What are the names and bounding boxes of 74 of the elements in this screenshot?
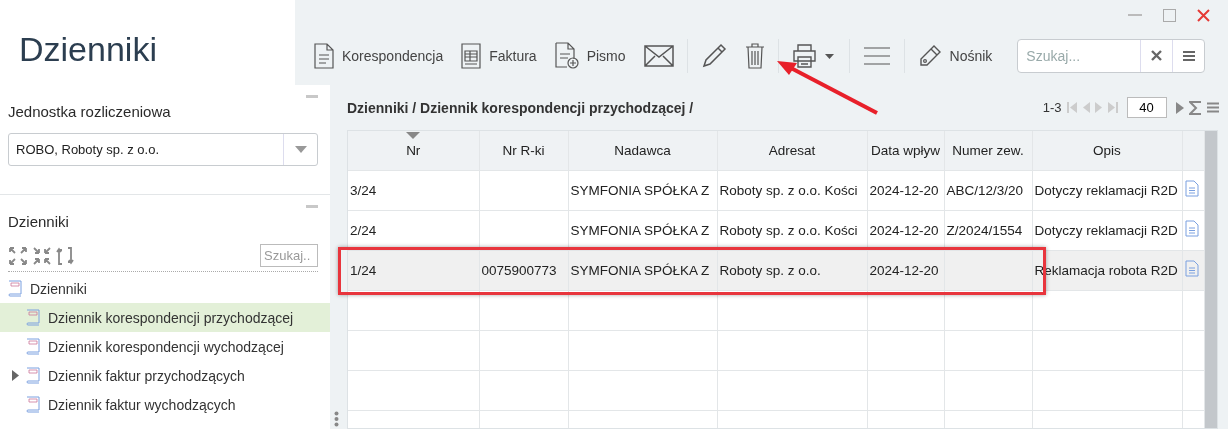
document-icon[interactable] (1184, 220, 1199, 237)
table-row[interactable]: 3/24 SYMFONIA SPÓŁKA Z Roboty sp. z o.o. Kości 2024-12-20 ABC/12/3/20 Dotyczy reklamacji R2D (348, 170, 1204, 210)
tree-item[interactable]: Dzienniki (0, 274, 330, 303)
table-cell: 2024-12-20 (869, 222, 939, 238)
table-cell: SYMFONIA SPÓŁKA Z (570, 262, 710, 278)
column-header[interactable]: Opis (1093, 142, 1121, 158)
table-cell: SYMFONIA SPÓŁKA Z (570, 222, 710, 238)
tree-item[interactable]: Dziennik faktur wychodzących (0, 390, 330, 419)
table-cell: 2/24 (350, 222, 377, 238)
tree-search-field[interactable]: Szukaj.. (260, 244, 318, 267)
section-title: Dzienniki (8, 213, 70, 230)
trash-icon (744, 42, 765, 69)
document-icon[interactable] (1184, 180, 1199, 197)
search-field[interactable]: Szukaj... (1017, 38, 1206, 73)
play-button[interactable] (1175, 101, 1184, 114)
column-header[interactable]: Nadawca (614, 142, 671, 158)
table-cell: Dotyczy reklamacji R2D (1034, 182, 1178, 198)
letter-button[interactable]: Pismo (545, 35, 635, 76)
tree-item[interactable]: Dziennik korespondencji wychodzącej (0, 332, 330, 361)
document-icon[interactable] (1184, 260, 1199, 277)
search-input[interactable]: Szukaj... (1018, 39, 1141, 72)
spreadsheet-document-icon (461, 42, 482, 69)
table-cell: Roboty sp. z o.o. Kości (719, 182, 858, 198)
pencil-icon (700, 42, 727, 69)
column-header[interactable]: Nr R-ki (502, 142, 545, 158)
page-title: Dzienniki (19, 30, 157, 69)
expand-caret-icon[interactable] (12, 370, 19, 381)
invoice-button[interactable]: Faktura (452, 35, 546, 76)
refresh-icon[interactable] (56, 245, 74, 266)
usb-button[interactable]: Nośnik (908, 35, 1002, 76)
column-header[interactable]: Nr (406, 142, 421, 158)
table-cell: 2024-12-20 (869, 182, 939, 198)
tree-item[interactable]: Dziennik faktur przychodzących (0, 361, 330, 390)
clear-icon (1151, 50, 1163, 61)
book-icon (26, 309, 40, 326)
breadcrumb: Dzienniki / Dziennik korespondencji przychodzącej / (347, 99, 694, 116)
document-button[interactable]: Korespondencja (305, 35, 453, 76)
book-icon (26, 338, 40, 355)
table-row[interactable]: 2/24 SYMFONIA SPÓŁKA Z Roboty sp. z o.o. Kości 2024-12-20 Z/2024/1554 Dotyczy reklamacji R2D (348, 210, 1204, 250)
menu-icon (1182, 50, 1195, 61)
table-cell: Dotyczy reklamacji R2D (1034, 222, 1178, 238)
sum-button[interactable] (1188, 100, 1202, 115)
table-cell: Roboty sp. z o.o. (719, 262, 821, 278)
menu-icon (862, 45, 891, 66)
document-icon (314, 42, 334, 69)
record-range: 1-3 (1042, 100, 1062, 115)
table-cell: 1/24 (350, 262, 377, 278)
tree-item[interactable]: Dziennik korespondencji przychodzącej (0, 303, 330, 332)
caret-icon (294, 146, 307, 153)
close-icon (1196, 8, 1210, 22)
table-cell: Z/2024/1554 (946, 222, 1023, 238)
book-icon (26, 396, 40, 413)
page-size-field[interactable]: 40 (1126, 97, 1167, 118)
minimize-icon (1128, 14, 1142, 16)
table-cell: ABC/12/3/20 (946, 182, 1024, 198)
table-cell: 3/24 (350, 182, 377, 198)
collapse-all-icon[interactable] (32, 245, 52, 266)
section-title: Jednostka rozliczeniowa (8, 103, 172, 120)
printer-caret-icon (791, 43, 836, 68)
table-cell: Roboty sp. z o.o. Kości (719, 222, 858, 238)
unit-dropdown[interactable]: ROBO, Roboty sp. z o.o. (8, 133, 318, 166)
table-cell: SYMFONIA SPÓŁKA Z (570, 182, 710, 198)
envelope-icon (643, 44, 674, 67)
expand-all-icon[interactable] (8, 245, 28, 266)
column-header[interactable]: Adresat (768, 142, 816, 158)
table-cell: 2024-12-20 (869, 262, 939, 278)
resize-grip-icon[interactable] (334, 411, 339, 427)
document-plus-icon (554, 42, 579, 69)
table-cell: 0075900773 (481, 262, 557, 278)
usb-stick-icon (917, 43, 942, 68)
maximize-icon (1162, 8, 1176, 22)
book-icon (8, 280, 22, 297)
menu-button[interactable] (1206, 102, 1219, 113)
book-icon (26, 367, 40, 384)
